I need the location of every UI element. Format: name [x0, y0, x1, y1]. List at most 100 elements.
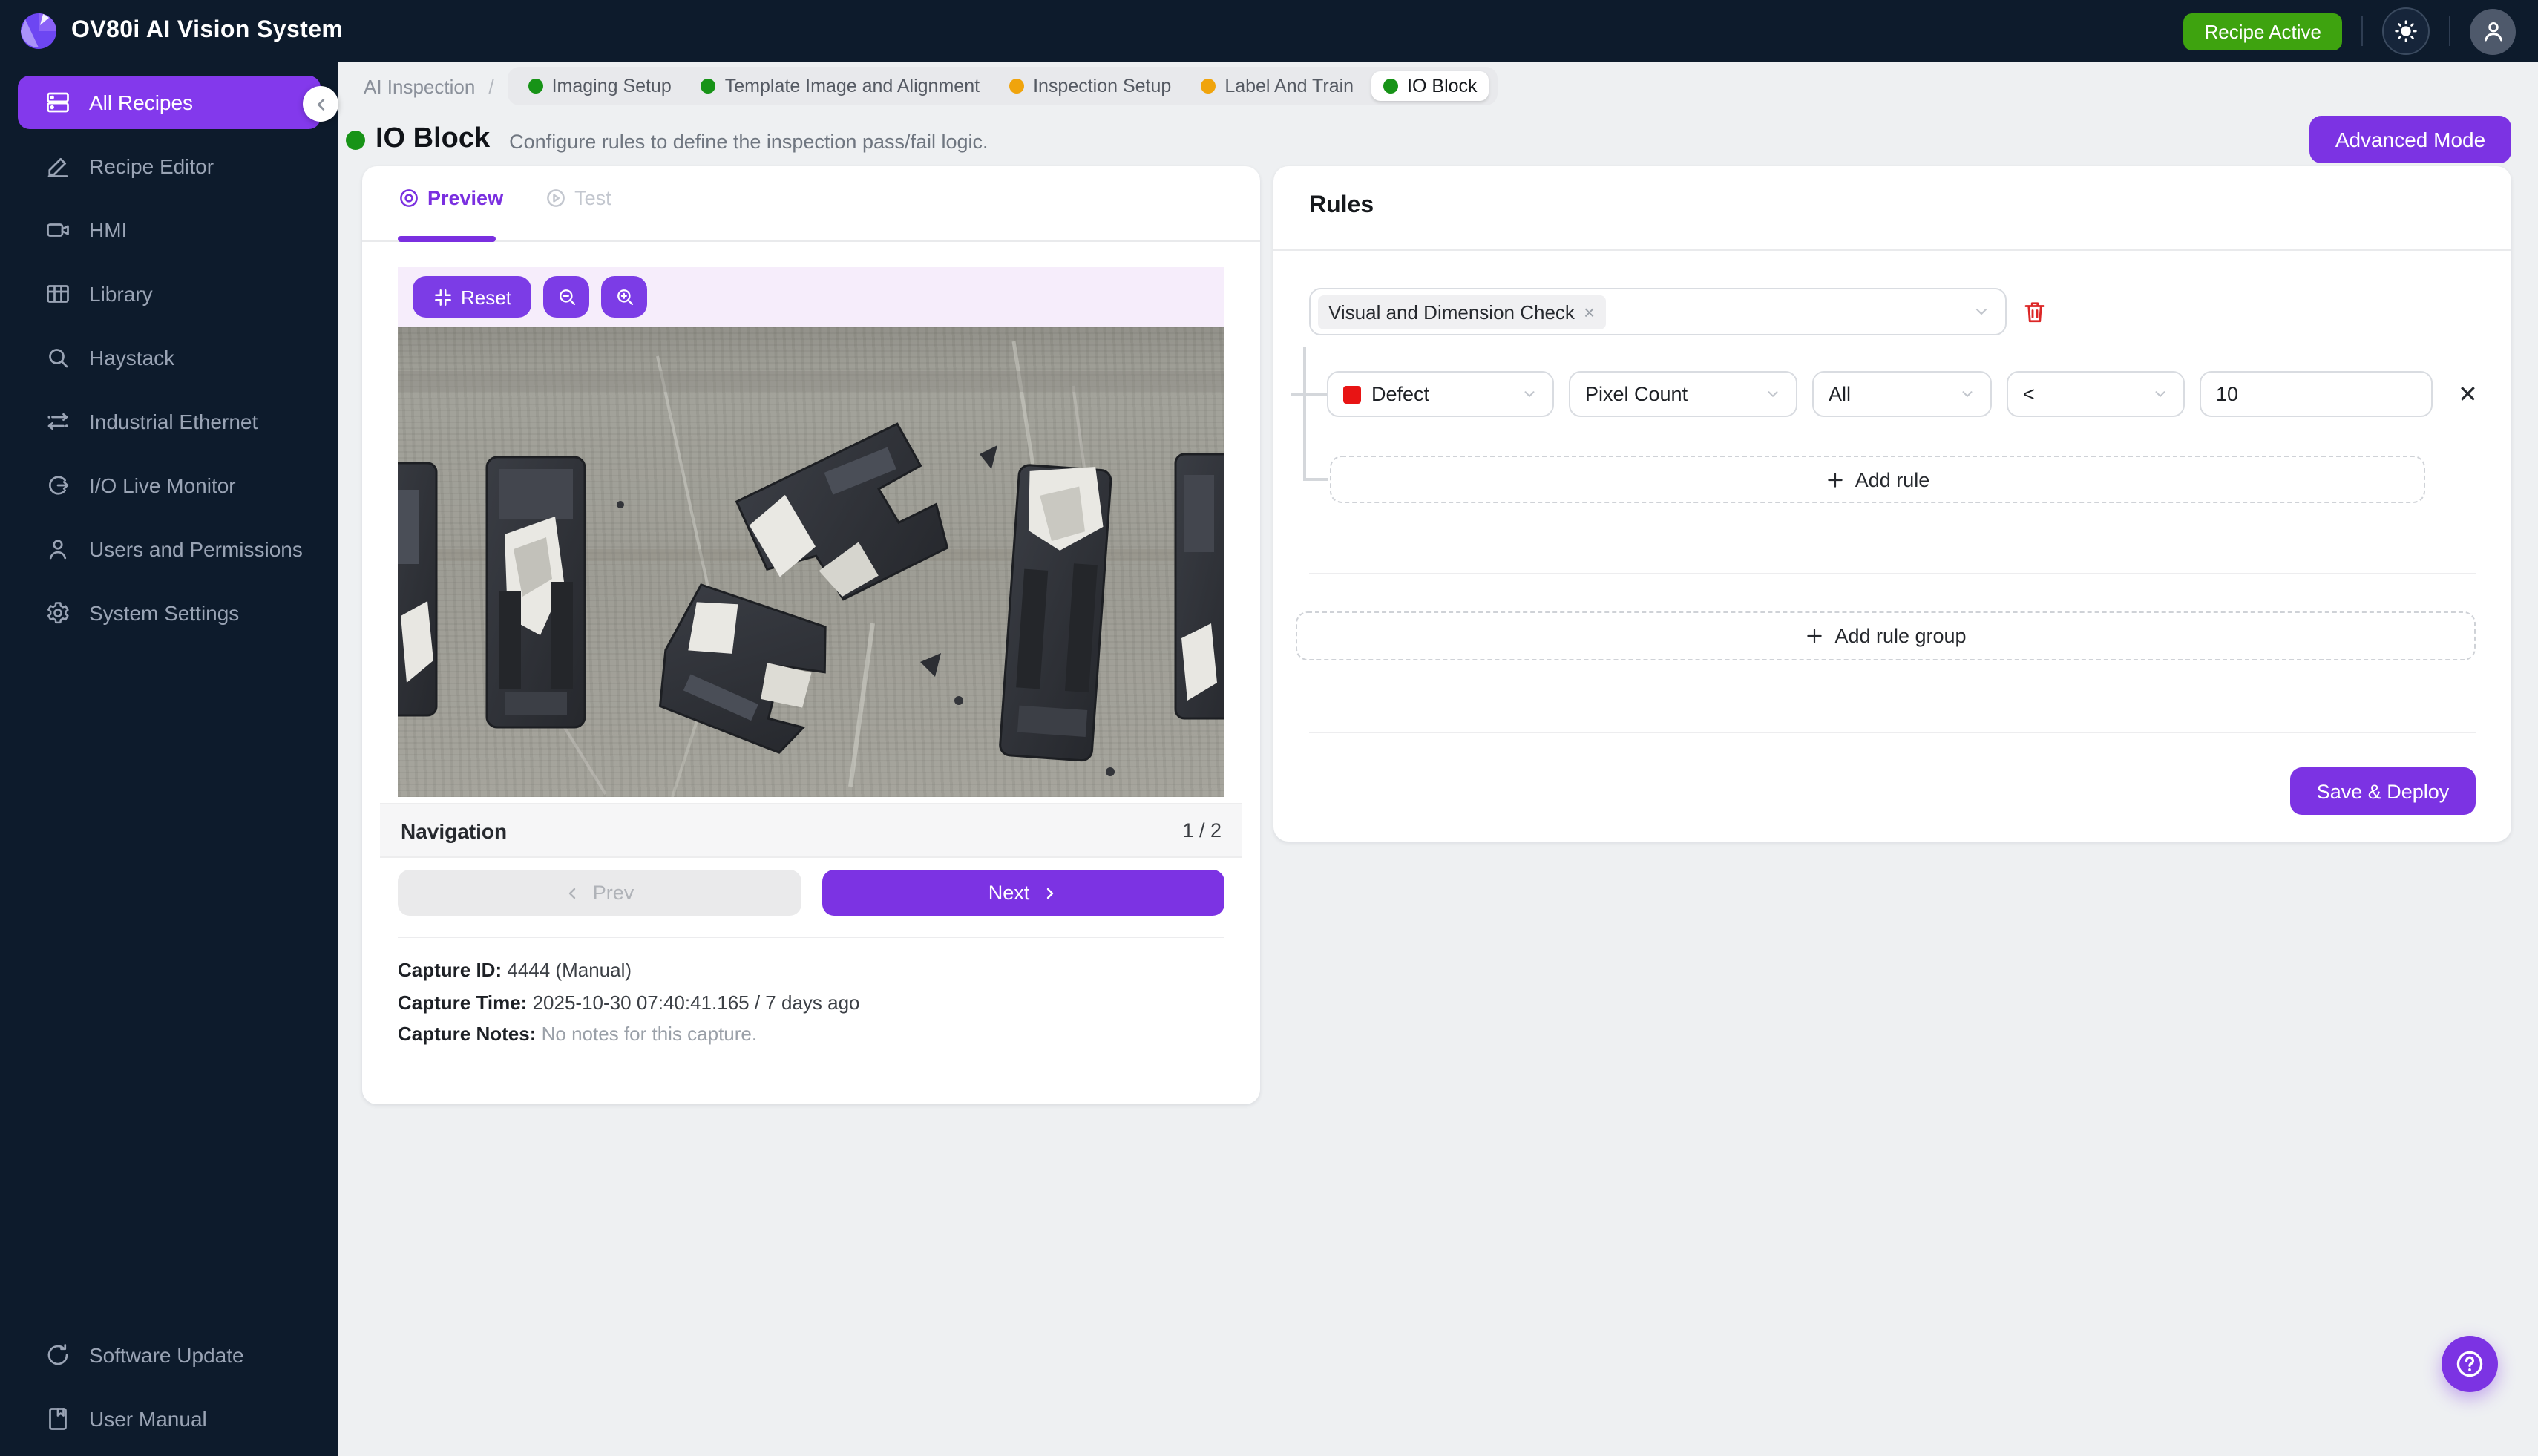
remove-tag-icon[interactable]: ×	[1584, 301, 1595, 323]
chevron-down-icon	[2155, 391, 2165, 397]
ethernet-arrows-icon	[47, 413, 68, 430]
capture-time-label: Capture Time:	[398, 991, 528, 1013]
status-dot-amber	[1009, 79, 1025, 94]
navigation-label: Navigation	[401, 819, 508, 842]
rule-scope-value: All	[1829, 383, 1852, 405]
rule-target-value: Defect	[1371, 383, 1430, 405]
inspection-image[interactable]	[398, 327, 1224, 797]
chevron-left-icon	[569, 887, 576, 899]
sidebar-item-library[interactable]: Library	[18, 267, 321, 321]
theme-toggle-button[interactable]	[2382, 7, 2430, 55]
page-title: IO Block	[376, 123, 491, 154]
sidebar-item-haystack[interactable]: Haystack	[18, 331, 321, 384]
step-label-and-train[interactable]: Label And Train	[1189, 71, 1365, 101]
defect-color-swatch	[1343, 385, 1361, 403]
sidebar: All Recipes Recipe Editor HMI Library Ha…	[0, 62, 338, 1456]
topbar-right: Recipe Active	[2183, 7, 2516, 55]
rule-group-tag-label: Visual and Dimension Check	[1328, 301, 1575, 323]
reset-view-button[interactable]: Reset	[413, 276, 531, 318]
zoom-out-button[interactable]	[543, 276, 589, 318]
rule-value-input[interactable]	[2200, 371, 2433, 417]
rule-operator-value: <	[2023, 383, 2035, 405]
zoom-in-button[interactable]	[601, 276, 647, 318]
rule-operator-select[interactable]: <	[2007, 371, 2185, 417]
capture-id-value: 4444 (Manual)	[507, 959, 632, 981]
play-circle-icon	[547, 189, 565, 207]
step-io-block[interactable]: IO Block	[1371, 71, 1489, 101]
rules-card: Rules Visual and Dimension Check × Defec…	[1273, 166, 2511, 842]
step-template-image-alignment[interactable]: Template Image and Alignment	[689, 71, 991, 101]
rules-title: Rules	[1309, 193, 1374, 218]
chevron-left-icon	[316, 98, 324, 110]
sidebar-item-users-permissions[interactable]: Users and Permissions	[18, 522, 321, 576]
navigation-buttons: Prev Next	[398, 870, 1224, 916]
trash-icon	[2024, 302, 2045, 323]
manual-book-icon	[49, 1408, 67, 1430]
rule-group-tag: Visual and Dimension Check ×	[1318, 295, 1606, 329]
sidebar-item-user-manual[interactable]: User Manual	[18, 1392, 321, 1446]
preview-card: Preview Test Reset Navigation 1 / 2 Prev…	[362, 166, 1260, 1104]
step-label: Label And Train	[1224, 76, 1354, 96]
add-rule-group-button[interactable]: Add rule group	[1296, 611, 2476, 660]
delete-group-button[interactable]	[2021, 297, 2051, 327]
rule-group-select[interactable]: Visual and Dimension Check ×	[1309, 288, 2007, 335]
collapse-corners-icon	[434, 289, 450, 305]
capture-notes-label: Capture Notes:	[398, 1023, 537, 1045]
tab-preview[interactable]: Preview	[398, 187, 503, 230]
step-label: Inspection Setup	[1033, 76, 1172, 96]
sidebar-item-industrial-ethernet[interactable]: Industrial Ethernet	[18, 395, 321, 448]
capture-id-label: Capture ID:	[398, 959, 502, 981]
sidebar-item-hmi[interactable]: HMI	[18, 203, 321, 257]
rule-target-select[interactable]: Defect	[1327, 371, 1554, 417]
next-button[interactable]: Next	[822, 870, 1224, 916]
add-rule-button[interactable]: Add rule	[1330, 456, 2425, 503]
reset-label: Reset	[461, 286, 511, 308]
rule-scope-select[interactable]: All	[1812, 371, 1992, 417]
app-logo-icon	[21, 13, 56, 49]
chevron-down-icon	[1768, 391, 1778, 397]
sidebar-collapse-button[interactable]	[303, 86, 338, 122]
sidebar-item-system-settings[interactable]: System Settings	[18, 586, 321, 640]
help-button[interactable]	[2442, 1336, 2498, 1392]
zoom-in-icon	[617, 289, 633, 306]
app-title: OV80i AI Vision System	[71, 18, 344, 43]
io-monitor-icon	[49, 476, 69, 495]
sidebar-item-io-live-monitor[interactable]: I/O Live Monitor	[18, 459, 321, 512]
page-status-dot	[346, 130, 365, 149]
user-avatar[interactable]	[2470, 8, 2516, 54]
remove-rule-button[interactable]: ✕	[2458, 379, 2478, 409]
prev-button[interactable]: Prev	[398, 870, 801, 916]
page-subtitle: Configure rules to define the inspection…	[509, 130, 988, 152]
rules-section-divider	[1309, 573, 2476, 574]
top-bar: OV80i AI Vision System Recipe Active	[0, 0, 2538, 62]
refresh-icon	[47, 1344, 68, 1365]
sidebar-item-label: Industrial Ethernet	[89, 410, 258, 433]
breadcrumb-root[interactable]: AI Inspection	[364, 75, 475, 97]
chevron-down-icon	[1975, 308, 1987, 315]
user-icon	[2484, 22, 2502, 42]
status-dot-green	[701, 79, 716, 94]
save-deploy-button[interactable]: Save & Deploy	[2290, 767, 2476, 815]
preview-toolbar: Reset	[398, 267, 1224, 327]
sidebar-item-software-update[interactable]: Software Update	[18, 1328, 321, 1382]
sidebar-item-all-recipes[interactable]: All Recipes	[18, 76, 321, 129]
step-inspection-setup[interactable]: Inspection Setup	[997, 71, 1183, 101]
recipes-icon	[47, 92, 69, 113]
rule-metric-select[interactable]: Pixel Count	[1569, 371, 1797, 417]
active-tab-underline	[398, 236, 496, 242]
tab-test[interactable]: Test	[545, 187, 611, 230]
sidebar-item-label: I/O Live Monitor	[89, 473, 236, 497]
advanced-mode-button[interactable]: Advanced Mode	[2309, 116, 2511, 163]
chevron-right-icon	[1046, 887, 1053, 899]
prev-label: Prev	[592, 882, 634, 904]
next-label: Next	[988, 882, 1030, 904]
chevron-down-icon	[1962, 391, 1973, 397]
rule-metric-value: Pixel Count	[1585, 383, 1688, 405]
step-imaging-setup[interactable]: Imaging Setup	[517, 71, 683, 101]
capture-divider	[398, 937, 1224, 938]
sidebar-item-recipe-editor[interactable]: Recipe Editor	[18, 140, 321, 193]
sidebar-item-label: User Manual	[89, 1407, 207, 1431]
recipe-active-badge: Recipe Active	[2183, 13, 2342, 50]
sidebar-item-label: Library	[89, 282, 153, 306]
sidebar-item-label: System Settings	[89, 601, 240, 625]
